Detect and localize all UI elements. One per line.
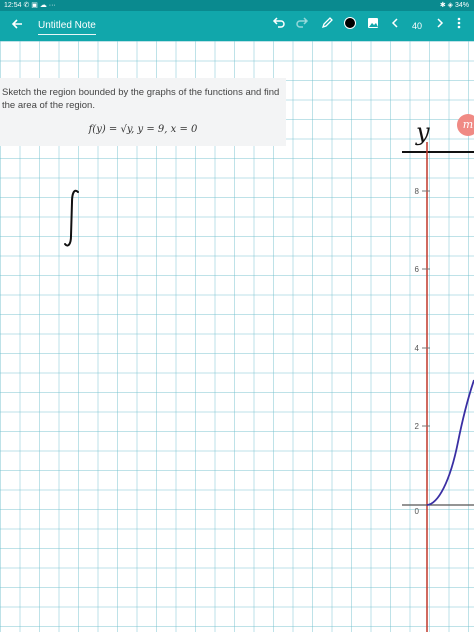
black-color-swatch-icon[interactable] [341,16,359,36]
signal-icons: ✱ ◈ [439,2,454,9]
tick-label-2: 2 [415,422,420,431]
app-bar: Untitled Note 40 [0,11,474,41]
status-bar: 12:54 ✆ ▣ ☁ ··· ✱ ◈ 34% [0,0,474,11]
curve-sqrt [426,379,474,506]
page-number: 40 [411,21,422,31]
clock: 12:54 [4,2,22,9]
status-right: ✱ ◈ 34% [440,0,469,11]
battery-level: 34% [454,2,469,9]
tick-label-6: 6 [415,265,420,274]
status-left: 12:54 ✆ ▣ ☁ ··· [4,0,56,11]
pen-icon[interactable] [318,16,336,36]
arrow-left-icon[interactable] [8,16,26,36]
graph-sketch: y 8 6 4 2 0 [402,118,474,632]
app-badge-icon[interactable]: m [457,114,474,136]
problem-formula: f(y) = √y, y = 9, x = 0 [88,124,198,135]
tick-label-0: 0 [415,507,420,516]
tick-label-8: 8 [415,187,420,196]
notification-icons: ✆ ▣ ☁ ··· [23,2,56,9]
problem-text: Sketch the region bounded by the graphs … [2,87,280,111]
handwritten-y-label: y [415,118,430,146]
chevron-right-icon[interactable] [432,16,448,36]
handwritten-integral [64,189,79,247]
undo-icon[interactable] [270,16,288,36]
more-vert-icon[interactable] [452,16,466,36]
note-title[interactable]: Untitled Note [38,19,96,35]
tick-label-4: 4 [415,344,420,353]
chevron-left-icon[interactable] [387,16,403,36]
image-icon[interactable] [364,16,382,36]
redo-icon[interactable] [293,16,311,36]
